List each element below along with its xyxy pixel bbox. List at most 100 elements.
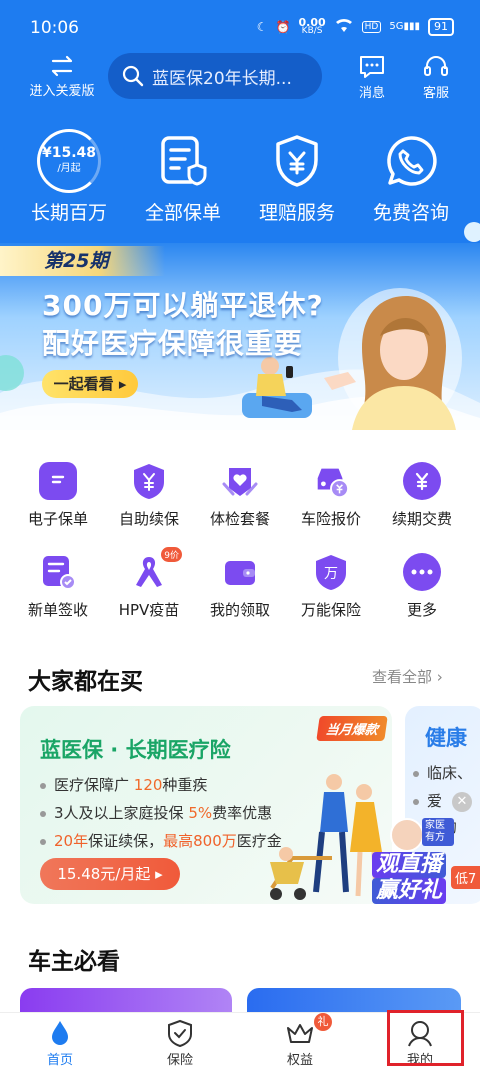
car-icon	[312, 462, 350, 500]
price-button[interactable]: 15.48元/月起 ▸	[40, 858, 180, 890]
product-bullet: 医疗保障广 120种重疾	[40, 774, 207, 795]
product-bullet: 20年保证续保，最高800万医疗金	[40, 830, 282, 851]
presenter-woman-image	[324, 288, 462, 430]
hpv-badge: 9价	[161, 547, 182, 562]
headset-icon	[414, 54, 458, 82]
quick-item-long-term[interactable]: ¥15.48 /月起 长期百万	[14, 128, 124, 225]
sign-icon	[39, 553, 77, 591]
service-label: 客服	[422, 86, 449, 101]
quick-item-label: 免费咨询	[372, 202, 449, 224]
product-title: 蓝医保 · 长期医疗险	[40, 738, 231, 762]
service-my-claims[interactable]: 我的领取	[192, 553, 288, 620]
service-label: 自助续保	[118, 510, 179, 528]
service-car-quote[interactable]: 车险报价	[283, 462, 379, 529]
price-label: 15.48元/月起	[57, 865, 151, 883]
product-title: 健康	[425, 726, 467, 750]
tab-label: 保险	[166, 1053, 193, 1068]
tab-benefits[interactable]: 礼 权益	[260, 1013, 340, 1068]
gift-badge: 礼	[314, 1013, 332, 1031]
status-icons: ☾ ⏰ 0.00 KB/S HD 5G▮▮▮ 91	[257, 17, 454, 36]
document-icon	[39, 462, 77, 500]
product-bullet: 临床、	[413, 762, 472, 783]
service-renewal-payment[interactable]: 续期交费	[374, 462, 470, 529]
chevron-right-icon: ›	[436, 668, 443, 686]
message-label: 消息	[358, 86, 385, 101]
quick-item-claims[interactable]: 理赔服务	[242, 128, 352, 225]
banner-cta-label: 一起看看	[53, 375, 114, 393]
signal-icon: 5G▮▮▮	[389, 21, 420, 32]
product-card-blue-medical[interactable]: 蓝医保 · 长期医疗险 当月爆款 医疗保障广 120种重疾 3人及以上家庭投保 …	[20, 706, 392, 904]
crown-icon: 礼	[260, 1013, 340, 1049]
service-label: HPV疫苗	[118, 601, 180, 619]
policy-list-icon	[128, 128, 238, 194]
live-title: 观直播	[372, 852, 447, 878]
service-label: 体检套餐	[209, 510, 270, 528]
status-bar: 10:06 ☾ ⏰ 0.00 KB/S HD 5G▮▮▮ 91	[0, 0, 480, 52]
banner-cta-button[interactable]: 一起看看 ▸	[42, 370, 138, 398]
hot-tag-badge: 当月爆款	[316, 716, 388, 741]
care-mode-button[interactable]: 进入关爱版	[22, 54, 102, 99]
tab-insurance[interactable]: 保险	[140, 1017, 220, 1068]
wallet-icon	[221, 553, 259, 591]
care-mode-label: 进入关爱版	[29, 84, 95, 99]
price-ring-value: ¥15.48	[41, 145, 97, 161]
alarm-icon: ⏰	[275, 19, 291, 34]
host-avatar	[390, 818, 424, 852]
popular-section-title: 大家都在买	[28, 669, 143, 695]
quick-item-all-policies[interactable]: 全部保单	[128, 128, 238, 225]
banner-issue-tag: 第25期	[0, 246, 165, 276]
host-name: 家医有方	[422, 818, 454, 846]
service-self-renew[interactable]: 自助续保	[101, 462, 197, 529]
price-ring-icon: ¥15.48 /月起	[14, 128, 124, 194]
shield-check-icon	[140, 1017, 220, 1049]
search-placeholder: 蓝医保20年长期...	[152, 68, 292, 89]
quick-item-label: 长期百万	[30, 202, 107, 224]
tab-home[interactable]: 首页	[20, 1017, 100, 1068]
service-checkup[interactable]: 体检套餐	[192, 462, 288, 529]
service-more[interactable]: 更多	[374, 553, 470, 620]
service-e-policy[interactable]: 电子保单	[10, 462, 106, 529]
wan-shield-icon: 万	[312, 553, 350, 591]
service-label: 我的领取	[209, 601, 270, 619]
view-all-link[interactable]: 查看全部 ›	[372, 666, 443, 687]
quick-item-consult[interactable]: 免费咨询	[356, 128, 466, 225]
health-check-icon	[221, 462, 259, 500]
yuan-circle-icon	[403, 462, 441, 500]
search-icon	[122, 65, 144, 87]
product-bullet: 3人及以上家庭投保 5%费率优惠	[40, 802, 272, 823]
decor-bubble	[464, 222, 480, 242]
ribbon-icon: 9价	[130, 547, 182, 591]
battery-indicator: 91	[428, 17, 454, 36]
banner-subheadline: 配好医疗保障很重要	[42, 327, 304, 360]
yuan-shield-icon	[130, 462, 168, 500]
service-label: 新单签收	[27, 601, 88, 619]
live-stream-widget[interactable]: ✕ 家医有方 观直播 赢好礼	[370, 790, 476, 908]
water-drop-icon	[20, 1017, 100, 1049]
service-new-sign[interactable]: 新单签收	[10, 553, 106, 620]
banner-headline: 300万可以躺平退休?	[42, 289, 324, 322]
hd-icon: HD	[361, 20, 382, 33]
tab-label: 首页	[46, 1053, 73, 1068]
moon-icon: ☾	[256, 19, 268, 34]
service-hpv[interactable]: 9价 HPV疫苗	[101, 547, 197, 620]
view-all-label: 查看全部	[372, 668, 433, 686]
service-label: 电子保单	[27, 510, 88, 528]
phone-chat-icon	[356, 128, 466, 194]
car-owners-section-title: 车主必看	[28, 949, 120, 975]
tab-label: 权益	[286, 1053, 313, 1068]
service-label: 续期交费	[391, 510, 452, 528]
yuan-shield-icon	[242, 128, 352, 194]
status-time: 10:06	[30, 18, 79, 38]
service-label: 万能保险	[300, 601, 361, 619]
service-label: 车险报价	[300, 510, 361, 528]
service-universal[interactable]: 万 万能保险	[283, 553, 379, 620]
message-button[interactable]: 消息	[350, 54, 394, 101]
live-subtitle: 赢好礼	[372, 878, 447, 904]
search-bar[interactable]: 蓝医保20年长期...	[108, 53, 322, 99]
price-ring-unit: /月起	[57, 163, 81, 174]
service-label: 更多	[406, 601, 437, 619]
close-icon[interactable]: ✕	[452, 792, 472, 812]
customer-service-button[interactable]: 客服	[414, 54, 458, 101]
highlight-box	[387, 1010, 464, 1066]
quick-item-label: 理赔服务	[258, 202, 335, 224]
